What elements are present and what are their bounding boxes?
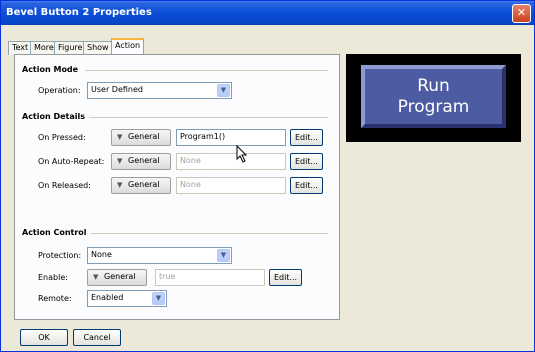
on-auto-repeat-field[interactable]: None bbox=[176, 153, 286, 170]
on-released-value: None bbox=[180, 180, 201, 189]
close-icon[interactable]: ✕ bbox=[512, 4, 531, 23]
enable-field[interactable]: true bbox=[155, 269, 265, 286]
run-program-bevel-button: Run Program bbox=[361, 65, 506, 128]
on-released-general-button[interactable]: ▼ General bbox=[111, 177, 171, 194]
chevron-down-icon[interactable]: ▼ bbox=[152, 292, 165, 305]
on-pressed-general-button[interactable]: ▼ General bbox=[111, 129, 171, 146]
remote-value: Enabled bbox=[91, 293, 124, 302]
general-label: General bbox=[104, 272, 136, 281]
on-released-edit-button[interactable]: Edit... bbox=[290, 177, 323, 194]
chevron-down-icon: ▼ bbox=[117, 157, 123, 165]
general-label: General bbox=[128, 180, 160, 189]
button-preview: Run Program bbox=[346, 54, 521, 142]
operation-label: Operation: bbox=[38, 86, 81, 95]
on-released-field[interactable]: None bbox=[176, 177, 286, 194]
remote-label: Remote: bbox=[38, 294, 72, 303]
divider bbox=[89, 117, 328, 118]
on-pressed-label: On Pressed: bbox=[38, 133, 86, 142]
preview-line-2: Program bbox=[397, 97, 470, 117]
tab-text[interactable]: Text bbox=[8, 41, 33, 55]
on-pressed-edit-button[interactable]: Edit... bbox=[290, 129, 323, 146]
on-released-label: On Released: bbox=[38, 181, 91, 190]
ok-button[interactable]: OK bbox=[20, 329, 68, 346]
section-action-control: Action Control bbox=[22, 228, 87, 237]
chevron-down-icon[interactable]: ▼ bbox=[217, 249, 230, 262]
properties-dialog: Bevel Button 2 Properties ✕ Text More Fi… bbox=[0, 0, 535, 352]
operation-value: User Defined bbox=[91, 85, 143, 94]
chevron-down-icon: ▼ bbox=[117, 181, 123, 189]
mouse-cursor-icon bbox=[236, 145, 248, 163]
enable-general-button[interactable]: ▼ General bbox=[87, 269, 147, 286]
chevron-down-icon[interactable]: ▼ bbox=[217, 84, 230, 97]
on-auto-repeat-edit-button[interactable]: Edit... bbox=[290, 153, 323, 170]
remote-select[interactable]: Enabled ▼ bbox=[87, 290, 167, 307]
general-label: General bbox=[128, 132, 160, 141]
tab-show[interactable]: Show bbox=[83, 41, 113, 55]
enable-value: true bbox=[159, 272, 176, 281]
tab-figure[interactable]: Figure bbox=[54, 41, 87, 55]
title-bar[interactable]: Bevel Button 2 Properties ✕ bbox=[1, 1, 534, 25]
on-pressed-field[interactable]: Program1() bbox=[176, 129, 286, 146]
on-auto-repeat-general-button[interactable]: ▼ General bbox=[111, 153, 171, 170]
cancel-button[interactable]: Cancel bbox=[73, 329, 121, 346]
divider bbox=[91, 233, 328, 234]
section-action-mode: Action Mode bbox=[22, 65, 79, 74]
protection-value: None bbox=[91, 250, 112, 259]
operation-select[interactable]: User Defined ▼ bbox=[87, 82, 232, 99]
window-title: Bevel Button 2 Properties bbox=[6, 7, 152, 18]
on-auto-repeat-value: None bbox=[180, 156, 201, 165]
chevron-down-icon: ▼ bbox=[117, 133, 123, 141]
protection-select[interactable]: None ▼ bbox=[87, 247, 232, 264]
general-label: General bbox=[128, 156, 160, 165]
on-auto-repeat-label: On Auto-Repeat: bbox=[38, 157, 105, 166]
enable-edit-button[interactable]: Edit... bbox=[269, 269, 302, 286]
enable-label: Enable: bbox=[38, 273, 68, 282]
divider bbox=[85, 70, 328, 71]
on-pressed-value: Program1() bbox=[180, 132, 226, 141]
preview-line-1: Run bbox=[417, 76, 450, 96]
section-action-details: Action Details bbox=[22, 112, 86, 121]
protection-label: Protection: bbox=[38, 251, 82, 260]
chevron-down-icon: ▼ bbox=[93, 273, 99, 281]
